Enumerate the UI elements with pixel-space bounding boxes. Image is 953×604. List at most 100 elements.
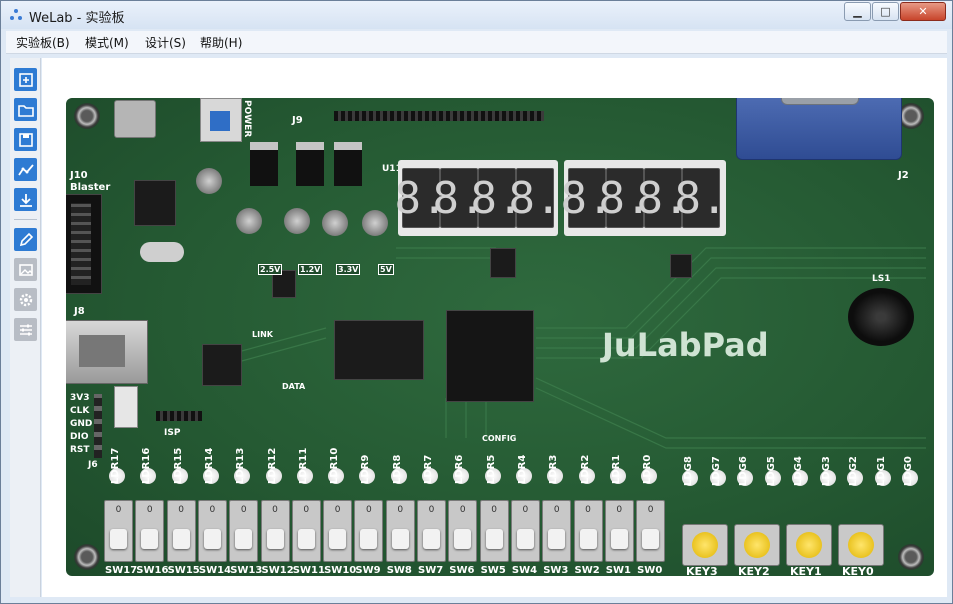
window-title: WeLab - 实验板 (29, 11, 125, 26)
waveform-button[interactable] (14, 158, 37, 181)
switch-state: 0 (334, 505, 341, 515)
switch-knob (579, 529, 597, 549)
slide-switch[interactable]: 0 (260, 500, 290, 562)
green-led-label: LDG2 (848, 456, 859, 486)
switch-state: 0 (178, 505, 184, 515)
mcu-chip (202, 344, 242, 386)
isp-label: ISP (164, 428, 181, 438)
small-ic (670, 254, 692, 278)
slide-switch[interactable]: 0 (479, 500, 509, 562)
usb-controller-chip (134, 180, 176, 226)
red-led-label: LDR0 (642, 454, 654, 484)
green-led-label: LDG5 (765, 456, 777, 486)
key-label: KEY3 (686, 565, 718, 576)
button-cap (692, 532, 718, 558)
green-led-label: LDG6 (738, 456, 749, 486)
menu-board[interactable]: 实验板(B) (16, 34, 70, 51)
slide-switch[interactable]: 0 (323, 500, 353, 562)
red-led-label: LDR9 (360, 454, 372, 484)
green-led-label: LDG7 (710, 456, 722, 486)
slide-switch[interactable]: 0 (135, 500, 165, 562)
switch-label: SW5 (480, 565, 506, 576)
edit-button[interactable] (14, 228, 37, 251)
title-bar[interactable]: WeLab - 实验板 ▁ □ ✕ (1, 1, 952, 29)
power-switch[interactable] (200, 98, 242, 142)
mount-hole (898, 544, 924, 570)
button-cap (848, 532, 874, 558)
slide-switch[interactable]: 0 (510, 500, 540, 562)
link-label: LINK (252, 330, 273, 339)
slide-switch[interactable]: 0 (291, 500, 321, 562)
switch-knob (203, 529, 221, 549)
pin-3v3: 3V3 (70, 393, 90, 403)
usb-b-connector (66, 320, 148, 384)
push-button[interactable] (786, 524, 832, 566)
download-button[interactable] (14, 188, 37, 211)
maximize-button[interactable]: □ (872, 2, 899, 21)
minimize-button[interactable]: ▁ (844, 2, 871, 21)
slide-switch[interactable]: 0 (104, 500, 133, 562)
settings-button[interactable] (14, 288, 37, 311)
capacitor (196, 168, 222, 194)
switch-state: 0 (553, 505, 560, 515)
slide-switch[interactable]: 0 (542, 500, 572, 562)
new-icon (18, 72, 33, 87)
switch-knob (329, 529, 347, 549)
image-button[interactable] (14, 258, 37, 281)
capacitor (322, 210, 348, 236)
slide-switch[interactable]: 0 (354, 500, 384, 562)
push-button[interactable] (838, 524, 884, 566)
data-label: DATA (282, 382, 306, 391)
adjust-button[interactable] (14, 318, 37, 341)
power-label: POWER (242, 100, 252, 138)
red-led-label: LDR15 (172, 447, 184, 484)
red-led-label: LDR17 (110, 447, 121, 484)
menu-mode[interactable]: 模式(M) (85, 34, 129, 51)
slide-switch[interactable]: 0 (385, 500, 415, 562)
j10-label: J10 (70, 170, 88, 181)
voltage-regulator (334, 142, 362, 186)
isp-header (156, 411, 202, 421)
save-icon (18, 132, 33, 147)
slide-switch[interactable]: 0 (166, 500, 196, 562)
slide-switch[interactable]: 0 (636, 500, 666, 562)
switch-state: 0 (522, 505, 529, 515)
switch-state: 0 (209, 505, 216, 515)
key-label: KEY0 (842, 565, 874, 576)
j9-label: J9 (292, 115, 303, 126)
switch-label: SW4 (511, 565, 538, 576)
menu-help[interactable]: 帮助(H) (200, 34, 242, 51)
waveform-icon (17, 163, 34, 175)
capacitor (362, 210, 388, 236)
push-button[interactable] (682, 524, 728, 566)
switch-label: SW2 (574, 565, 600, 576)
key-label: KEY1 (790, 565, 822, 576)
switch-label: SW6 (449, 565, 475, 576)
dip-switch[interactable] (114, 386, 138, 428)
menu-design[interactable]: 设计(S) (145, 34, 186, 51)
new-button[interactable] (14, 68, 37, 91)
slide-switch[interactable]: 0 (229, 500, 259, 562)
switch-knob (297, 529, 315, 549)
green-led-label: LDG8 (683, 456, 694, 486)
memory-chip (334, 320, 424, 380)
voltage-label: 2.5V (258, 264, 283, 275)
slide-switch[interactable]: 0 (573, 500, 603, 562)
save-button[interactable] (14, 128, 37, 151)
slide-switch[interactable]: 0 (197, 500, 227, 562)
close-button[interactable]: ✕ (900, 2, 946, 21)
voltage-regulator (250, 142, 278, 186)
switch-state: 0 (585, 505, 591, 515)
switch-knob (548, 529, 566, 549)
slide-switch[interactable]: 0 (448, 500, 478, 562)
slide-switch[interactable]: 0 (417, 500, 446, 562)
open-button[interactable] (14, 98, 37, 121)
config-label: CONFIG (482, 434, 517, 443)
push-button[interactable] (734, 524, 780, 566)
red-led-label: LDR2 (579, 454, 591, 484)
red-led-label: LDR13 (235, 447, 247, 484)
pin-rst: RST (70, 445, 90, 455)
switch-state: 0 (616, 505, 623, 515)
slide-switch[interactable]: 0 (604, 500, 634, 562)
switch-label: SW8 (386, 565, 412, 576)
